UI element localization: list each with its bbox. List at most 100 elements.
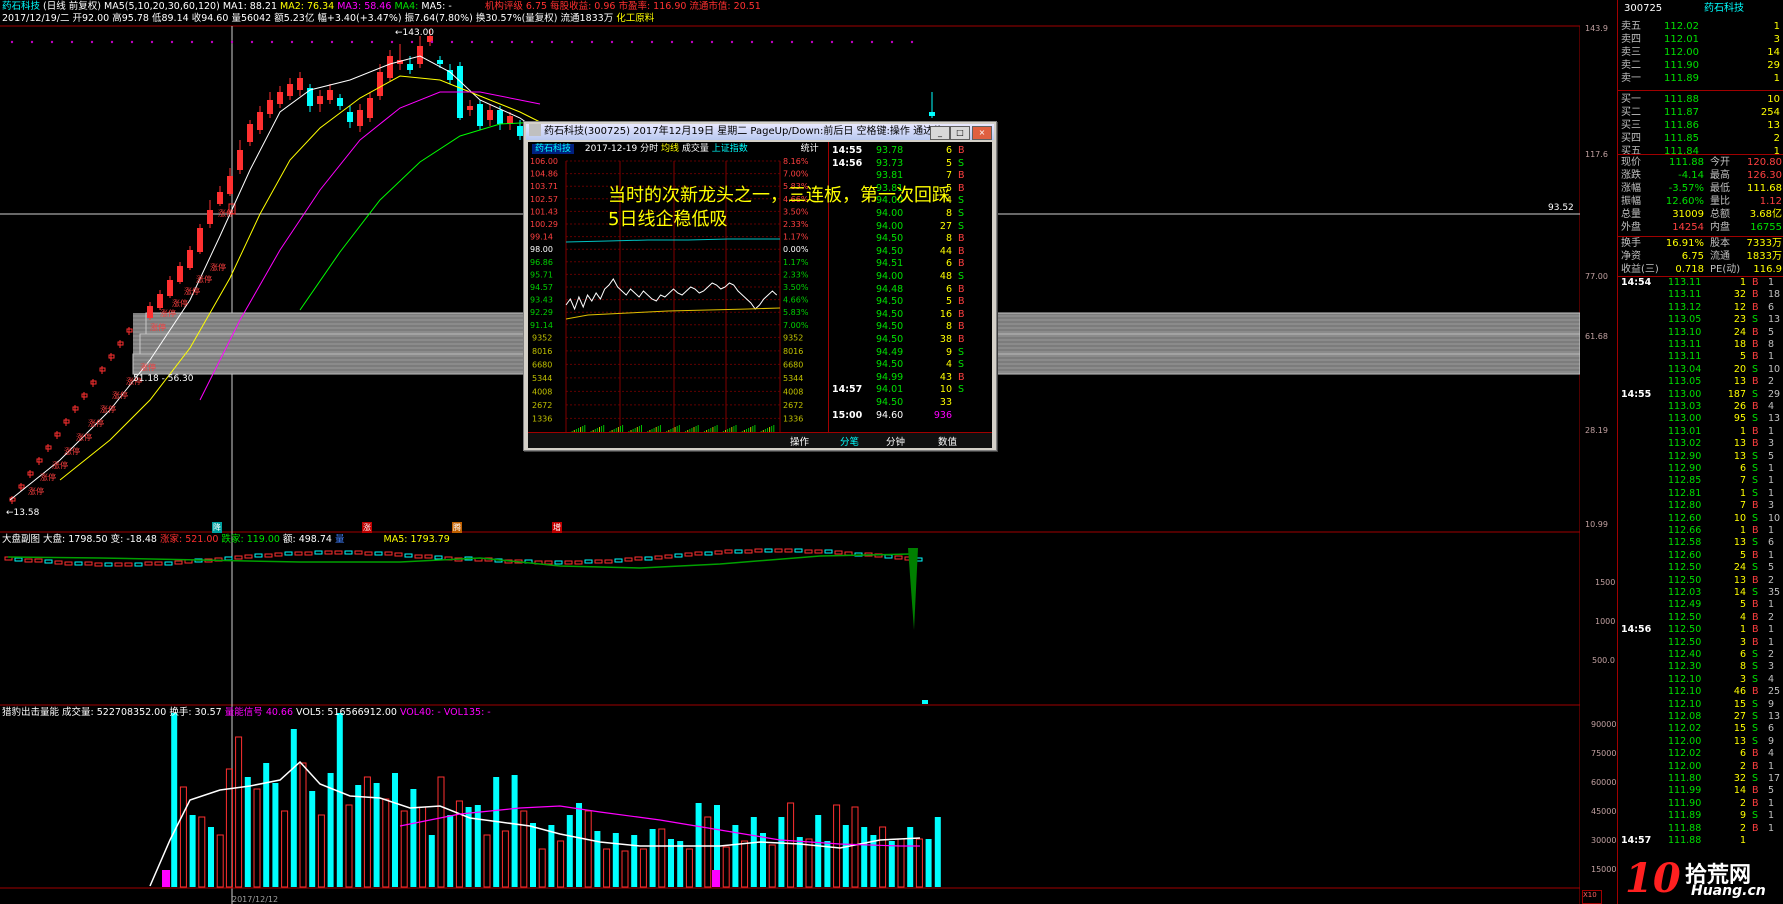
tick-row[interactable]: 112.58 13 S 6 xyxy=(1618,537,1783,549)
popup-tick-row[interactable]: 94.50 4 S xyxy=(830,359,984,372)
popup-tick-row[interactable]: 94.50 33 xyxy=(830,397,984,410)
popup-tick-row[interactable]: 94.50 8 B xyxy=(830,321,984,334)
event-marker-2[interactable]: 涨 xyxy=(362,522,372,533)
popup-tick-row[interactable]: 94.49 9 S xyxy=(830,347,984,360)
tick-row[interactable]: 112.50 24 S 5 xyxy=(1618,562,1783,574)
tick-row[interactable]: 112.66 1 B 1 xyxy=(1618,525,1783,537)
orderbook-row[interactable]: 买二 111.87 254 xyxy=(1618,106,1783,119)
orderbook-label: 买一 xyxy=(1621,94,1641,105)
event-marker-1[interactable]: 降 xyxy=(212,522,222,533)
tick-row[interactable]: 113.11 32 B 18 xyxy=(1618,289,1783,301)
tick-row[interactable]: 14:54 113.11 1 B 1 xyxy=(1618,277,1783,289)
intraday-window[interactable]: 药石科技(300725) 2017年12月19日 星期二 PageUp/Down… xyxy=(523,121,997,451)
tick-dir: B xyxy=(1752,500,1759,512)
tick-row[interactable]: 14:56 112.50 1 B 1 xyxy=(1618,624,1783,636)
tick-row[interactable]: 111.90 2 B 1 xyxy=(1618,798,1783,810)
close-button[interactable]: × xyxy=(972,126,992,140)
popup-tick-row[interactable]: 14:57 94.01 10 S xyxy=(830,384,984,397)
popup-tick-row[interactable]: 14:55 93.78 6 B xyxy=(830,145,984,158)
popup-stock-name[interactable]: 药石科技 xyxy=(532,144,575,154)
tick-row[interactable]: 112.80 7 B 3 xyxy=(1618,500,1783,512)
popup-tick-row[interactable]: 94.50 5 B xyxy=(830,296,984,309)
orderbook-row[interactable]: 买三 111.86 13 xyxy=(1618,119,1783,132)
tick-row[interactable]: 112.10 15 S 9 xyxy=(1618,699,1783,711)
tick-row[interactable]: 14:55 113.00 187 S 29 xyxy=(1618,389,1783,401)
tick-row[interactable]: 112.50 4 B 2 xyxy=(1618,612,1783,624)
tick-row[interactable]: 111.99 14 B 5 xyxy=(1618,785,1783,797)
event-marker-4[interactable]: 增 xyxy=(552,522,562,533)
tick-row[interactable]: 112.90 13 S 5 xyxy=(1618,451,1783,463)
tick-row[interactable]: 112.03 14 S 35 xyxy=(1618,587,1783,599)
tick-row[interactable]: 112.49 5 B 1 xyxy=(1618,599,1783,611)
popup-tick-price: 94.48 xyxy=(876,283,904,295)
tick-row[interactable]: 111.89 9 S 1 xyxy=(1618,810,1783,822)
tick-row[interactable]: 112.85 7 S 1 xyxy=(1618,475,1783,487)
tick-row[interactable]: 112.60 5 B 1 xyxy=(1618,550,1783,562)
tick-row[interactable]: 112.02 6 B 4 xyxy=(1618,748,1783,760)
orderbook-row[interactable]: 卖三 112.00 14 xyxy=(1618,46,1783,59)
popup-tab-fenshi[interactable]: 分时 xyxy=(640,144,658,154)
stat-value: 12.60% xyxy=(1665,196,1704,207)
tick-row[interactable]: 112.02 15 S 6 xyxy=(1618,723,1783,735)
popup-tick-row[interactable]: 94.00 48 S xyxy=(830,271,984,284)
tick-row[interactable]: 112.81 1 S 1 xyxy=(1618,488,1783,500)
tick-row[interactable]: 14:57 111.88 1 xyxy=(1618,835,1783,847)
popup-tick-row[interactable]: 94.50 8 B xyxy=(830,233,984,246)
popup-tab-fenbi[interactable]: 分笔 xyxy=(840,434,859,448)
popup-op-button[interactable]: 操作 xyxy=(790,434,809,448)
tick-row[interactable]: 112.08 27 S 13 xyxy=(1618,711,1783,723)
tick-row[interactable]: 112.00 13 S 9 xyxy=(1618,736,1783,748)
scale-indicator[interactable]: X10 xyxy=(1582,890,1602,904)
tick-row[interactable]: 112.50 13 B 2 xyxy=(1618,575,1783,587)
orderbook-row[interactable]: 卖四 112.01 3 xyxy=(1618,33,1783,46)
orderbook-row[interactable]: 卖五 112.02 1 xyxy=(1618,20,1783,33)
popup-tick-row[interactable]: 94.50 38 B xyxy=(830,334,984,347)
tick-row[interactable]: 112.30 8 S 3 xyxy=(1618,661,1783,673)
popup-tick-row[interactable]: 94.50 16 B xyxy=(830,309,984,322)
popup-tick-row[interactable]: 14:56 93.73 5 S xyxy=(830,158,984,171)
popup-tab-index[interactable]: 上证指数 xyxy=(712,144,748,154)
tick-row[interactable]: 113.02 13 B 3 xyxy=(1618,438,1783,450)
tick-row[interactable]: 113.05 13 B 2 xyxy=(1618,376,1783,388)
tick-row[interactable]: 113.11 18 B 8 xyxy=(1618,339,1783,351)
popup-tab-stat[interactable]: 统计 xyxy=(801,144,819,154)
tick-row[interactable]: 112.50 3 B 1 xyxy=(1618,637,1783,649)
popup-tick-row[interactable]: 94.51 6 B xyxy=(830,258,984,271)
orderbook-row[interactable]: 卖二 111.90 29 xyxy=(1618,59,1783,72)
popup-tick-row[interactable]: 93.81 7 B xyxy=(830,170,984,183)
popup-right-axis-label: 9352 xyxy=(783,333,803,342)
tick-row[interactable]: 111.80 32 S 17 xyxy=(1618,773,1783,785)
tick-row[interactable]: 113.04 20 S 10 xyxy=(1618,364,1783,376)
popup-tab-avg[interactable]: 均线 xyxy=(661,144,679,154)
orderbook-row[interactable]: 卖一 111.89 1 xyxy=(1618,72,1783,85)
orderbook-row[interactable]: 买四 111.85 2 xyxy=(1618,132,1783,145)
window-titlebar[interactable]: 药石科技(300725) 2017年12月19日 星期二 PageUp/Down… xyxy=(526,124,994,140)
tick-row[interactable]: 113.11 5 B 1 xyxy=(1618,351,1783,363)
tick-row[interactable]: 112.90 6 S 1 xyxy=(1618,463,1783,475)
index-axis-2: 1000 xyxy=(1595,617,1616,626)
tick-row[interactable]: 113.10 24 B 5 xyxy=(1618,327,1783,339)
tick-row[interactable]: 113.12 12 B 6 xyxy=(1618,302,1783,314)
tick-row[interactable]: 111.88 2 B 1 xyxy=(1618,823,1783,835)
tick-row[interactable]: 112.00 2 B 1 xyxy=(1618,761,1783,773)
popup-tick-row[interactable]: 94.50 44 B xyxy=(830,246,984,259)
popup-tick-row[interactable]: 15:00 94.60 936 xyxy=(830,410,984,423)
tick-row[interactable]: 112.60 10 S 10 xyxy=(1618,513,1783,525)
maximize-button[interactable]: □ xyxy=(950,126,970,140)
tick-row[interactable]: 113.05 23 S 13 xyxy=(1618,314,1783,326)
tick-row[interactable]: 112.10 3 S 4 xyxy=(1618,674,1783,686)
tick-row[interactable]: 113.01 1 B 1 xyxy=(1618,426,1783,438)
popup-tab-vol[interactable]: 成交量 xyxy=(682,144,709,154)
quote-panel[interactable]: 300725 药石科技 卖五 112.02 1 卖四 112.01 3 卖三 112.00 14… xyxy=(1617,0,1783,904)
tick-row[interactable]: 113.03 26 B 4 xyxy=(1618,401,1783,413)
popup-tab-numbers[interactable]: 数值 xyxy=(938,434,957,448)
tick-row[interactable]: 112.10 46 B 25 xyxy=(1618,686,1783,698)
popup-tick-row[interactable]: 94.48 6 B xyxy=(830,284,984,297)
popup-tick-row[interactable]: 94.99 43 B xyxy=(830,372,984,385)
tick-row[interactable]: 112.40 6 S 2 xyxy=(1618,649,1783,661)
orderbook-row[interactable]: 买一 111.88 10 xyxy=(1618,93,1783,106)
minimize-button[interactable]: _ xyxy=(930,126,950,140)
event-marker-3[interactable]: 腾 xyxy=(452,522,462,533)
popup-tab-minute[interactable]: 分钟 xyxy=(886,434,905,448)
tick-row[interactable]: 113.00 95 S 13 xyxy=(1618,413,1783,425)
